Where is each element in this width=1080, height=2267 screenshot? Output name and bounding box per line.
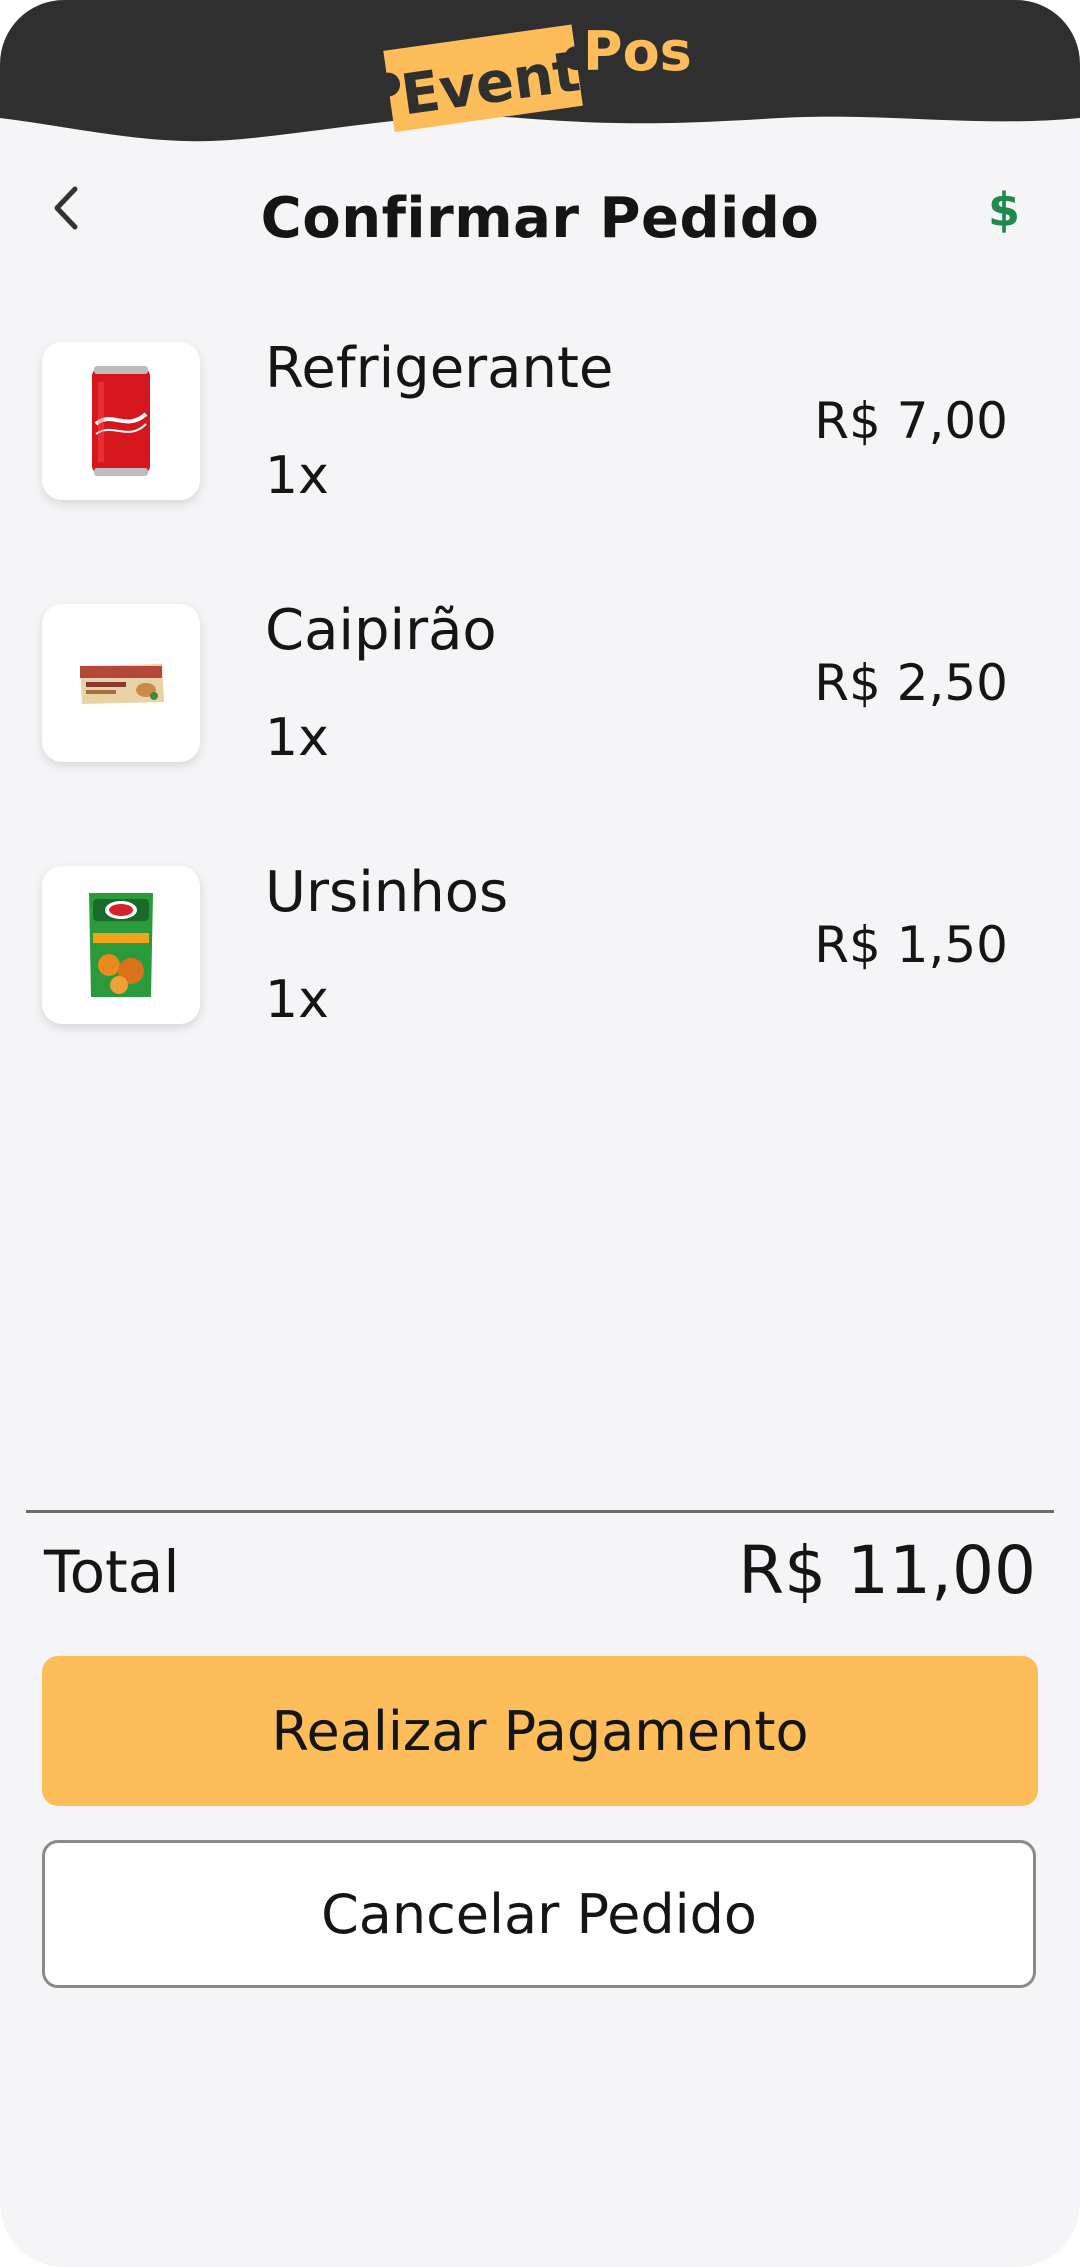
screen: Event Pos Confirmar Pedido $ Refrigerant… bbox=[0, 0, 1080, 2267]
item-price: R$ 7,00 bbox=[814, 392, 1008, 450]
snack-bar-image bbox=[80, 664, 164, 704]
item-thumbnail bbox=[42, 604, 200, 762]
total-label: Total bbox=[44, 1538, 180, 1606]
item-name: Caipirão bbox=[265, 598, 497, 663]
dollar-icon[interactable]: $ bbox=[982, 180, 1026, 240]
item-thumbnail bbox=[42, 866, 200, 1024]
soda-can-image bbox=[92, 366, 150, 476]
item-quantity: 1x bbox=[265, 708, 329, 768]
pay-button[interactable]: Realizar Pagamento bbox=[42, 1656, 1038, 1806]
item-name: Ursinhos bbox=[265, 860, 509, 925]
order-item[interactable]: Ursinhos 1x R$ 1,50 bbox=[0, 860, 1080, 1036]
order-item[interactable]: Refrigerante 1x R$ 7,00 bbox=[0, 336, 1080, 512]
item-price: R$ 1,50 bbox=[814, 916, 1008, 974]
item-thumbnail bbox=[42, 342, 200, 500]
item-name: Refrigerante bbox=[265, 336, 614, 401]
page-title: Confirmar Pedido bbox=[260, 186, 820, 251]
item-quantity: 1x bbox=[265, 970, 329, 1030]
cancel-button[interactable]: Cancelar Pedido bbox=[42, 1840, 1036, 1988]
eventpos-logo: Event Pos bbox=[383, 20, 692, 133]
item-quantity: 1x bbox=[265, 446, 329, 506]
item-price: R$ 2,50 bbox=[814, 654, 1008, 712]
gummy-candy-image bbox=[89, 893, 153, 997]
total-divider bbox=[26, 1510, 1054, 1513]
order-item[interactable]: Caipirão 1x R$ 2,50 bbox=[0, 598, 1080, 774]
total-value: R$ 11,00 bbox=[738, 1532, 1036, 1609]
logo-word-pos: Pos bbox=[583, 20, 692, 83]
